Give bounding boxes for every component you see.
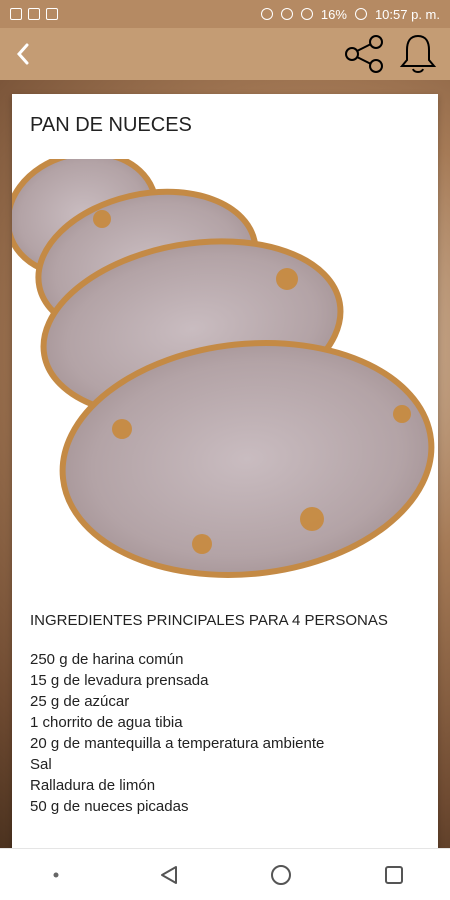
recents-square-icon: [384, 865, 403, 884]
ingredients-section: INGREDIENTES PRINCIPALES PARA 4 PERSONAS…: [30, 610, 420, 817]
nav-recents-button[interactable]: [372, 853, 416, 897]
ingredient-item: 50 g de nueces picadas: [30, 798, 189, 815]
system-nav-bar: [0, 848, 450, 900]
recipe-title: PAN DE NUECES: [30, 114, 192, 136]
mail-icon: [28, 8, 40, 20]
ingredients-list: 250 g de harina común 15 g de levadura p…: [30, 649, 420, 817]
facebook-icon: [10, 8, 22, 20]
triangle-back-icon: [160, 865, 177, 884]
alarm-icon: [260, 8, 273, 20]
recipe-image: [12, 159, 438, 589]
bell-icon: [399, 34, 437, 73]
battery-saver-icon: [46, 8, 58, 20]
clock: 10:57 p. m.: [374, 6, 440, 22]
back-button[interactable]: [10, 36, 36, 72]
ingredients-heading: INGREDIENTES PRINCIPALES PARA 4 PERSONAS: [30, 612, 388, 629]
status-right: 16% 10:57 p. m.: [260, 6, 440, 22]
status-bar: 16% 10:57 p. m.: [0, 0, 450, 28]
app-bar: [0, 28, 450, 80]
home-circle-icon: [271, 864, 292, 885]
wifi-icon: [280, 8, 293, 20]
battery-percent: 16%: [320, 6, 347, 22]
ingredient-item: Sal: [30, 756, 52, 773]
ingredient-item: 25 g de azúcar: [30, 693, 130, 710]
app-actions: [342, 32, 440, 76]
nav-back-button[interactable]: [147, 853, 191, 897]
ingredient-item: 1 chorrito de agua tibia: [30, 714, 183, 731]
ingredient-item: Ralladura de limón: [30, 777, 156, 794]
notification-icons: [10, 8, 58, 20]
ingredient-item: 20 g de mantequilla a temperatura ambien…: [30, 735, 325, 752]
ingredient-item: 250 g de harina común: [30, 651, 184, 668]
share-icon: [345, 35, 383, 73]
notification-button[interactable]: [396, 32, 440, 76]
share-button[interactable]: [342, 32, 386, 76]
back-icon: [16, 43, 29, 65]
recipe-card: PAN DE NUECES INGREDIENTES PRINCIPALES P…: [12, 94, 438, 864]
no-sim-icon: [300, 8, 313, 20]
nav-home-button[interactable]: [259, 853, 303, 897]
ingredient-item: 15 g de levadura prensada: [30, 672, 209, 689]
battery-icon: [354, 8, 367, 20]
dot-icon: [53, 872, 59, 877]
nav-dot-button[interactable]: [34, 853, 78, 897]
